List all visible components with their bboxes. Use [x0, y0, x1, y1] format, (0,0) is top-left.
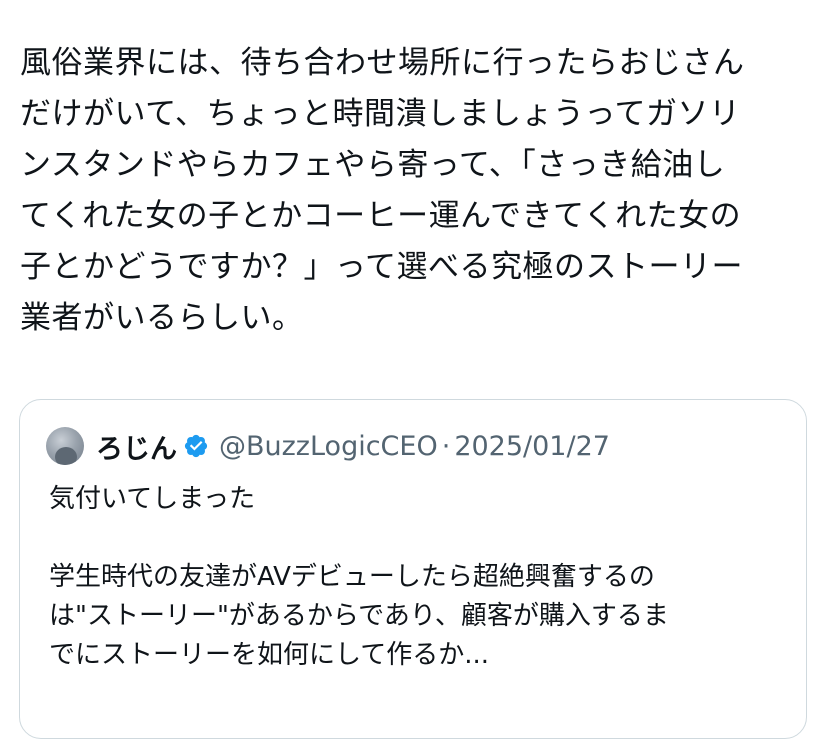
- quoted-author-name[interactable]: ろじん: [96, 427, 177, 466]
- avatar[interactable]: [46, 427, 84, 465]
- quoted-tweet-date[interactable]: 2025/01/27: [454, 431, 610, 462]
- verified-badge-icon: [183, 433, 209, 459]
- quoted-author-handle[interactable]: @BuzzLogicCEO: [219, 431, 438, 462]
- header-separator: ·: [441, 430, 451, 462]
- quoted-tweet-text: 気付いてしまった 学生時代の友達がAVデビューしたら超絶興奮するの は"ストーリ…: [49, 484, 669, 670]
- tweet-text: 風俗業界には、待ち合わせ場所に行ったらおじさん だけがいて、ちょっと時間潰しまし…: [20, 45, 745, 336]
- quoted-tweet-header: ろじん @BuzzLogicCEO · 2025/01/27: [46, 426, 610, 466]
- quoted-tweet-card[interactable]: ろじん @BuzzLogicCEO · 2025/01/27 気付いてしまった …: [19, 399, 807, 739]
